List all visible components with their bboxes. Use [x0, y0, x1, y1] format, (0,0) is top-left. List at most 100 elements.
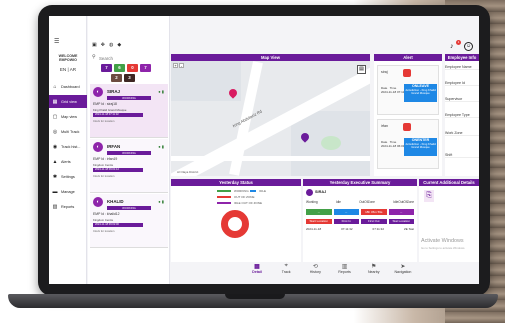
info-row: Employee Type: [445, 113, 479, 118]
summary-values: -- -- 18h 45m 59s --: [306, 209, 414, 215]
info-row: Work Zone: [445, 131, 479, 136]
map-layer-icon[interactable]: ▤: [357, 65, 366, 74]
map-zoom-controls: + -: [173, 63, 184, 68]
alert-warning-icon: [403, 123, 411, 131]
sidebar-item-dashboard[interactable]: ⌂ Dashboard: [49, 80, 87, 93]
hamburger-menu-icon[interactable]: ☰: [54, 38, 59, 45]
search-input[interactable]: [99, 54, 171, 62]
status-icons: ● ▮: [158, 144, 164, 149]
alert-employee: irfan: [381, 124, 388, 128]
tab-working[interactable]: Working: [306, 200, 318, 204]
start-location-label: Start Location: [306, 219, 332, 224]
sidebar-item-label: Reports: [61, 204, 75, 209]
last-update-time: 2024-11-18 07:11:32: [93, 113, 143, 117]
notification-bell-icon[interactable]: ♪ 1: [450, 40, 461, 51]
sidebar: ☰ WELCOME EMPOWIO EN | AR ⌂ Dashboard ▦ Gr…: [49, 16, 87, 284]
employee-list-panel: ▣✥◍◆ ⚲ 7 6 0 7 2 3 ◐ SIRAJ ● ▮ WORKING E…: [88, 16, 173, 284]
history-button[interactable]: ⟲ History: [303, 263, 327, 284]
detail-button[interactable]: ▦ Detail: [245, 263, 269, 284]
navigation-label: Navigation: [394, 270, 412, 274]
alert-datetime: Date Time 2024-11-18 07:11: [381, 86, 404, 94]
yesterday-status-panel: WORKING IDLE OUT OF ZONE IDLE OUT OF ZON…: [171, 186, 301, 262]
count-chip-working[interactable]: 6: [114, 64, 125, 72]
count-chip-total[interactable]: 7: [101, 64, 112, 72]
status-count-row-1: 7 6 0 7: [101, 64, 163, 72]
alert-type-badge: ONLEAVE Jurisdiction - King Khalid Grand …: [404, 84, 437, 102]
app-screen: ☰ WELCOME EMPOWIO EN | AR ⌂ Dashboard ▦ Gr…: [49, 16, 479, 284]
info-label: Supervisor: [445, 97, 463, 101]
detail-label: Detail: [252, 270, 262, 274]
legend-idle-out-of-zone: IDLE OUT OF ZONE: [217, 201, 262, 205]
header-actions: ♪ 1 ☺: [450, 40, 473, 51]
legend-label: IDLE: [259, 189, 267, 193]
summary-row-labels: Start Location First In First Out Stat L…: [306, 219, 414, 224]
tab-out-of-zone[interactable]: OutOfZone: [359, 200, 375, 204]
track-icon: ⌖: [284, 263, 288, 269]
navigation-button[interactable]: ➤ Navigation: [391, 263, 415, 284]
manage-icon: ▬: [52, 188, 58, 195]
map-icon: ▢: [52, 113, 58, 120]
brand-logo: WELCOME EMPOWIO: [51, 54, 85, 62]
legend-label: IDLE OUT OF ZONE: [234, 201, 262, 205]
language-switch[interactable]: EN | AR: [49, 67, 87, 72]
alert-card[interactable]: siraj Date Time 2024-11-18 07:11 ONLEAVE…: [377, 65, 439, 115]
nearby-button[interactable]: ⚑ Nearby: [362, 263, 386, 284]
user-profile-icon[interactable]: ☺: [464, 42, 473, 51]
zoom-in-button[interactable]: +: [173, 63, 178, 68]
map-park: [321, 136, 341, 150]
count-chip-idle[interactable]: 7: [140, 64, 151, 72]
search-icon: ⚲: [92, 54, 96, 60]
sidebar-item-alerts[interactable]: ▲ Alerts: [49, 155, 87, 168]
info-label: Employee Id: [445, 81, 465, 85]
track-label: Track: [281, 270, 291, 274]
history-label: History: [309, 270, 321, 274]
status-icons: ● ▮: [158, 89, 164, 94]
legend-swatch: [217, 190, 231, 193]
summary-employee-name: SIRAJ: [315, 190, 327, 194]
employee-card[interactable]: ◐ IRFAN ● ▮ WORKING EMP Id : irfan19 Kin…: [90, 139, 168, 193]
attachment-icon[interactable]: ⎘: [424, 190, 434, 202]
sidebar-item-grid-view[interactable]: ▦ Grid view: [49, 95, 87, 108]
count-chip-offline[interactable]: 2: [111, 74, 122, 82]
employee-card[interactable]: ◐ KHALID ● ▮ WORKING EMP Id : khalid12 K…: [90, 194, 168, 248]
tab-idle-out-of-zone[interactable]: IdleOutOfZone: [393, 200, 414, 204]
device-filter-icon[interactable]: ◆: [117, 42, 125, 48]
tab-idle[interactable]: Idle: [336, 200, 341, 204]
count-chip-out-of-zone[interactable]: 0: [127, 64, 138, 72]
legend-swatch: [217, 202, 231, 205]
list-toolbar: ▣✥◍◆: [92, 42, 125, 48]
status-badge: WORKING: [107, 96, 151, 100]
laptop-notch: [225, 294, 285, 299]
brand-line2: EMPOWIO: [59, 58, 77, 62]
legend-working: WORKING IDLE: [217, 189, 266, 193]
status-count-row-2: 2 3: [111, 74, 173, 82]
navigation-icon: ➤: [400, 264, 406, 270]
reports-button[interactable]: ▥ Reports: [333, 263, 357, 284]
employee-id: EMP Id : irfan19: [93, 157, 118, 161]
executive-summary-panel: SIRAJ Working Idle OutOfZone IdleOutOfZo…: [303, 186, 417, 262]
sidebar-item-track-history[interactable]: ◉ Track hist...: [49, 140, 87, 153]
track-button[interactable]: ⌖ Track: [274, 263, 298, 284]
sidebar-item-manage[interactable]: ▬ Manage: [49, 185, 87, 198]
map-view[interactable]: King Abdulaziz Rd + - ▤ Al Olaya Distric…: [171, 61, 370, 176]
employee-card[interactable]: ◐ SIRAJ ● ▮ WORKING EMP Id : siraj18 Kin…: [90, 84, 168, 138]
alert-jurisdiction: Jurisdiction - King Khalid Grand Mosque: [405, 141, 436, 150]
alert-card[interactable]: irfan Date Time 2024-11-18 06:01 ONENTER…: [377, 119, 439, 169]
info-label: Employee Name: [445, 65, 472, 69]
avatar: [306, 189, 313, 196]
count-chip-no-data[interactable]: 3: [124, 74, 135, 82]
employee-id: EMP Id : khalid12: [93, 212, 120, 216]
sidebar-item-map-view[interactable]: ▢ Map view: [49, 110, 87, 123]
windows-watermark: Activate Windows: [421, 238, 464, 244]
employee-id: EMP Id : siraj18: [93, 102, 117, 106]
alert-employee: siraj: [381, 70, 388, 74]
zoom-out-button[interactable]: -: [179, 63, 184, 68]
sidebar-item-reports[interactable]: ▥ Reports: [49, 200, 87, 213]
summary-meta: 2024-11-18 07:11:32 07:11:32 ZE Stat: [306, 227, 414, 231]
sidebar-item-settings[interactable]: ✱ Settings: [49, 170, 87, 183]
vehicle-filter-icon[interactable]: ▣: [92, 42, 101, 48]
yesterday-status-title: Yesterday Status: [171, 179, 301, 186]
alert-panel: siraj Date Time 2024-11-18 07:11 ONLEAVE…: [374, 61, 442, 176]
sidebar-item-multi-track[interactable]: ◎ Multi Track: [49, 125, 87, 138]
bike-filter-icon[interactable]: ✥: [101, 42, 109, 48]
